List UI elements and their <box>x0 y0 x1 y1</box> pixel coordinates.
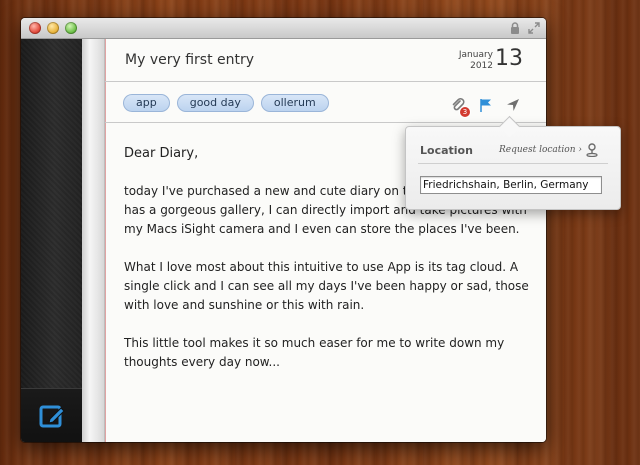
location-popover: Location Request location › <box>405 115 621 210</box>
entry-title[interactable]: My very first entry <box>125 52 254 68</box>
attachment-count-badge: 3 <box>460 107 470 117</box>
lock-icon[interactable] <box>508 21 522 35</box>
title-bar <box>21 18 546 39</box>
header-divider <box>105 81 546 82</box>
entry-paragraph: What I love most about this intuitive to… <box>124 260 529 312</box>
tag-list: app good day ollerum <box>123 94 329 112</box>
tag-pill[interactable]: app <box>123 94 170 112</box>
tag-pill[interactable]: good day <box>176 94 254 112</box>
close-window-button[interactable] <box>29 22 41 34</box>
sidebar <box>21 39 83 442</box>
compose-icon <box>39 405 65 428</box>
diary-window: My very first entry January 2012 13 app … <box>21 18 546 442</box>
location-field[interactable] <box>420 176 602 194</box>
margin-line <box>105 39 106 442</box>
entry-paragraph: This little tool makes it so much easer … <box>124 336 505 369</box>
entry-month: January <box>458 50 493 60</box>
fullscreen-icon[interactable] <box>527 21 541 35</box>
flag-icon[interactable] <box>478 97 494 113</box>
diary-page: My very first entry January 2012 13 app … <box>105 39 546 442</box>
entry-day[interactable]: 13 <box>495 46 523 71</box>
map-pin-icon[interactable] <box>586 143 598 157</box>
page-binding <box>82 39 105 442</box>
minimize-window-button[interactable] <box>47 22 59 34</box>
location-label: Location <box>420 144 473 157</box>
new-entry-button[interactable] <box>21 388 82 442</box>
popover-divider <box>418 163 608 164</box>
entry-year: 2012 <box>470 61 493 71</box>
zoom-window-button[interactable] <box>65 22 77 34</box>
tag-pill[interactable]: ollerum <box>260 94 329 112</box>
request-location-link[interactable]: Request location › <box>499 145 582 155</box>
location-arrow-icon[interactable] <box>505 97 521 113</box>
tags-divider <box>105 122 546 123</box>
